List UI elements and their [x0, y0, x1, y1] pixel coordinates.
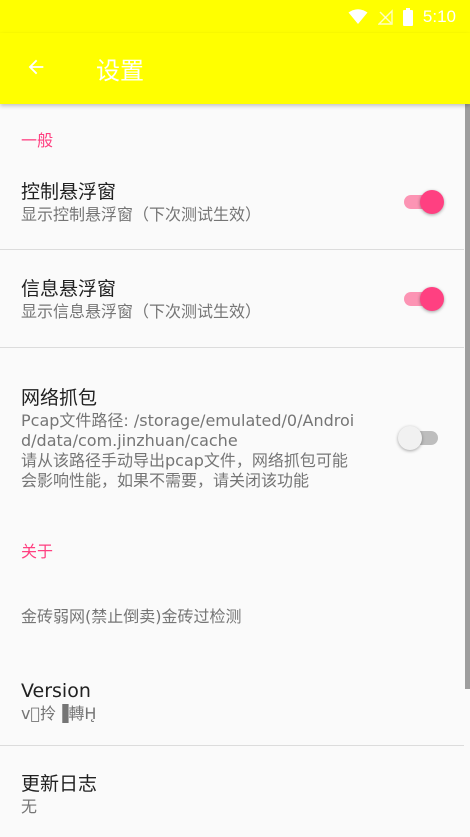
pref-title: Version [21, 680, 91, 702]
pref-network-capture[interactable]: 网络抓包 Pcap文件路径: /storage/emulated/0/Andro… [0, 348, 464, 528]
pref-summary: 显示信息悬浮窗（下次测试生效） [21, 301, 262, 321]
pref-version[interactable]: Version v 拎▐轉H̨ [0, 657, 464, 745]
pref-title: 信息悬浮窗 [21, 277, 117, 300]
pref-summary: v 拎▐轉H̨ [21, 704, 97, 723]
status-time: 5:10 [422, 6, 456, 26]
scrollbar[interactable] [465, 104, 470, 689]
pref-info-float[interactable]: 信息悬浮窗 显示信息悬浮窗（下次测试生效） [0, 250, 464, 347]
back-button[interactable] [0, 33, 72, 104]
pref-summary: 无 [21, 797, 38, 816]
battery-icon [402, 7, 413, 26]
pref-control-float[interactable]: 控制悬浮窗 显示控制悬浮窗（下次测试生效） [0, 164, 464, 239]
pref-summary: Pcap文件路径: /storage/emulated/0/Android/da… [21, 411, 355, 490]
arrow-left-icon [25, 56, 47, 82]
app-name-text: 金砖弱网(禁止倒卖)金砖过检测 [21, 607, 242, 626]
pref-summary: 显示控制悬浮窗（下次测试生效） [21, 204, 262, 224]
no-signal-icon [377, 8, 393, 25]
control-float-switch[interactable] [400, 189, 444, 214]
pref-changelog[interactable]: 更新日志 无 [0, 746, 464, 837]
switch-thumb [398, 426, 422, 450]
info-float-switch[interactable] [400, 286, 444, 311]
settings-list[interactable]: 一般 控制悬浮窗 显示控制悬浮窗（下次测试生效） 信息悬浮窗 显示信息悬浮窗（下… [0, 104, 464, 837]
status-bar: 5:10 [0, 0, 470, 33]
pref-app-name[interactable]: 金砖弱网(禁止倒卖)金砖过检测 [0, 577, 464, 657]
pref-title: 控制悬浮窗 [21, 180, 117, 203]
wifi-icon [348, 8, 368, 25]
page-title: 设置 [96, 57, 144, 85]
switch-thumb [420, 189, 444, 214]
toolbar: 设置 [0, 33, 470, 104]
pref-title: 更新日志 [21, 773, 98, 795]
switch-thumb [420, 286, 444, 311]
pref-title: 网络抓包 [21, 387, 98, 409]
network-capture-switch[interactable] [398, 426, 442, 450]
section-header-about: 关于 [21, 541, 54, 561]
